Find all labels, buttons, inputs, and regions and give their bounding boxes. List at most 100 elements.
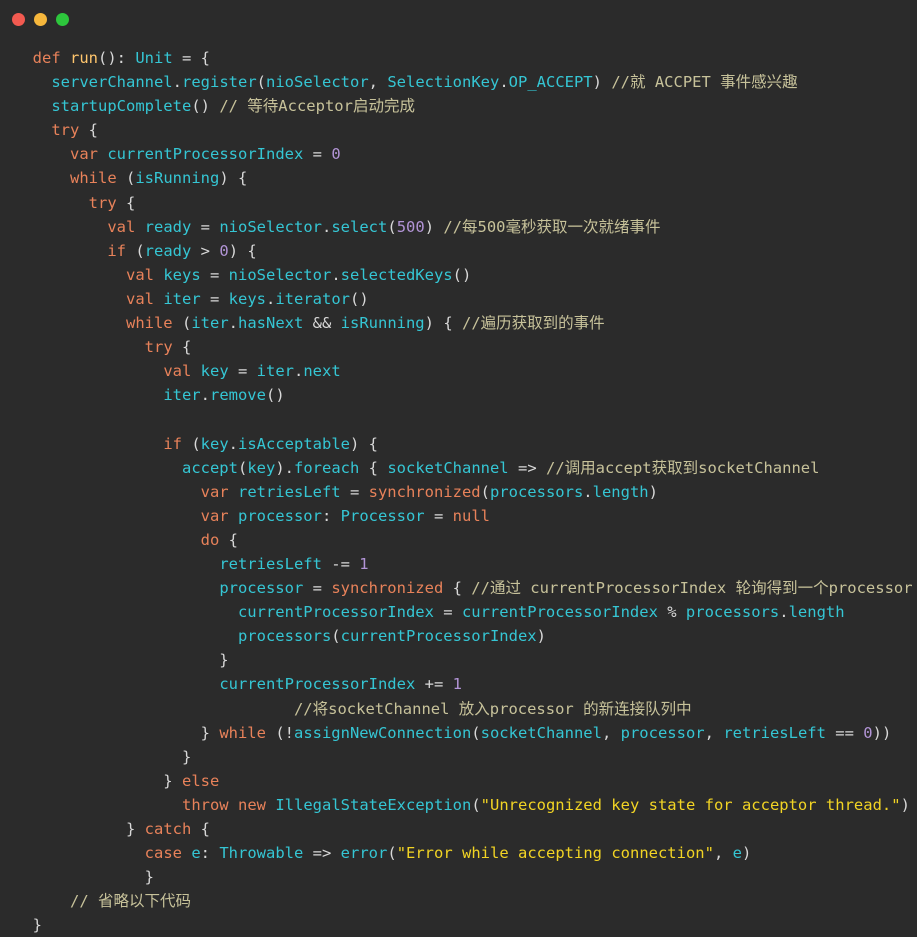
code-token: = <box>424 506 453 525</box>
code-token: //通过 currentProcessorIndex 轮询得到一个process… <box>471 579 913 598</box>
close-dot-icon[interactable] <box>12 12 25 26</box>
code-line: val key = iter.next <box>14 362 340 381</box>
code-token: e <box>732 844 742 863</box>
code-token: currentProcessorIndex <box>107 145 304 164</box>
code-token: ) { <box>349 434 378 453</box>
minimize-dot-icon[interactable] <box>34 12 47 26</box>
code-token: currentProcessorIndex <box>461 603 658 622</box>
code-token: = <box>303 145 332 164</box>
code-token: , <box>713 844 733 863</box>
code-line: } while (!assignNewConnection(socketChan… <box>14 723 892 742</box>
code-token: = <box>433 603 462 622</box>
code-line: } <box>14 651 228 669</box>
code-token: 0 <box>863 723 873 742</box>
code-token: . <box>499 73 509 92</box>
code-token: () <box>452 265 472 284</box>
code-token: ( <box>471 723 481 742</box>
code-token: , <box>704 723 724 742</box>
code-token: => <box>508 458 546 477</box>
code-token: while <box>70 169 117 188</box>
code-line: processors(currentProcessorIndex) <box>14 627 546 645</box>
code-token: new <box>238 795 266 814</box>
code-token: (! <box>265 723 294 742</box>
code-token: ( <box>116 169 136 188</box>
code-token: } <box>14 916 42 935</box>
code-line: } catch { <box>14 820 210 838</box>
code-token: . <box>322 217 332 236</box>
code-token: . <box>331 265 341 284</box>
code-token: try <box>88 193 117 212</box>
code-token: if <box>163 434 182 453</box>
code-token: = { <box>172 49 210 67</box>
code-token: } <box>14 723 220 742</box>
code-line: if (ready > 0) { <box>14 241 257 260</box>
code-token: += <box>415 675 453 694</box>
code-token: ) { <box>424 314 462 333</box>
code-line: try { <box>14 121 98 139</box>
code-token: ) { <box>228 241 257 260</box>
code-token: retriesLeft <box>237 482 341 501</box>
maximize-dot-icon[interactable] <box>56 12 69 26</box>
code-token: { <box>191 820 210 838</box>
code-token: : <box>200 844 220 863</box>
source-code-block[interactable]: def run(): Unit = { serverChannel.regist… <box>14 46 917 937</box>
code-token: ) <box>536 627 546 646</box>
code-token: val <box>163 362 192 381</box>
code-token: ) <box>424 217 444 236</box>
code-token: . <box>583 482 593 501</box>
code-token: e <box>191 844 201 863</box>
code-token: //将socketChannel 放入processor 的新连接队列中 <box>293 699 692 718</box>
code-token: processors <box>489 482 584 501</box>
code-token: -= <box>321 554 360 573</box>
code-token: length <box>592 482 649 501</box>
code-token: = <box>200 289 229 308</box>
code-line: val iter = keys.iterator() <box>14 290 369 308</box>
code-token: key <box>200 434 229 453</box>
code-line: do { <box>14 531 238 549</box>
code-token: { <box>116 193 136 212</box>
code-line: while (iter.hasNext && isRunning) { //遍历… <box>14 314 605 332</box>
code-token: . <box>779 603 789 622</box>
code-token: { <box>219 530 238 549</box>
code-line: try { <box>14 193 136 212</box>
code-line: currentProcessorIndex += 1 <box>14 675 462 693</box>
code-token: nioSelector <box>228 265 332 284</box>
code-line: processor = synchronized { //通过 currentP… <box>14 579 913 598</box>
code-line: serverChannel.register(nioSelector, Sele… <box>14 73 797 92</box>
code-token: currentProcessorIndex <box>219 675 416 694</box>
code-token: do <box>200 530 220 549</box>
code-token: nioSelector <box>219 217 322 236</box>
code-content-area[interactable]: def run(): Unit = { serverChannel.regist… <box>0 38 917 937</box>
code-token: iter <box>256 362 294 381</box>
code-token: Processor <box>340 506 425 525</box>
code-token: hasNext <box>238 314 304 333</box>
code-token: def <box>32 49 61 67</box>
code-token: } <box>14 820 145 838</box>
code-token: = <box>303 579 332 598</box>
code-token: ( <box>181 434 201 453</box>
code-token: processor <box>219 579 304 598</box>
code-token: = <box>340 482 369 501</box>
code-token: ready <box>144 241 192 260</box>
code-token: synchronized <box>331 579 444 598</box>
code-token: . <box>228 314 238 333</box>
code-line: if (key.isAcceptable) { <box>14 435 378 453</box>
code-line: throw new IllegalStateException("Unrecog… <box>14 796 910 814</box>
